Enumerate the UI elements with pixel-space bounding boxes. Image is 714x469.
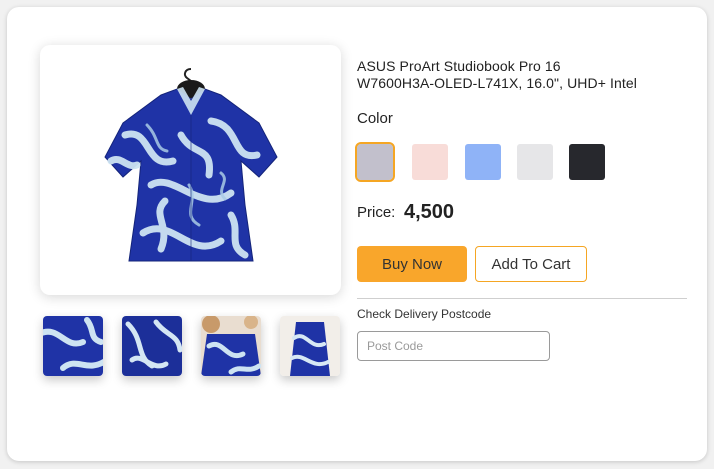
shirt-image [103, 68, 278, 262]
color-swatch-5[interactable] [569, 144, 605, 180]
divider [357, 298, 687, 299]
color-swatch-1[interactable] [355, 142, 395, 182]
product-title-line-1: ASUS ProArt Studiobook Pro 16 [357, 58, 561, 74]
main-product-image[interactable] [40, 45, 341, 295]
shirt-thumbnail-4[interactable] [280, 316, 340, 376]
price-value: 4,500 [404, 201, 455, 223]
product-title-line-2: W7600H3A-OLED-L741X, 16.0", UHD+ Intel [357, 75, 637, 91]
color-swatch-3[interactable] [465, 144, 501, 180]
shirt-thumbnail-2[interactable] [122, 316, 182, 376]
color-swatch-4[interactable] [517, 144, 553, 180]
shirt-thumbnail-1[interactable] [43, 316, 103, 376]
price-label: Price: [357, 204, 396, 221]
postcode-input[interactable] [357, 331, 550, 361]
buy-now-button[interactable]: Buy Now [357, 246, 467, 282]
delivery-postcode-label: Check Delivery Postcode [357, 307, 492, 321]
color-swatch-2[interactable] [412, 144, 448, 180]
color-label: Color [357, 110, 393, 127]
add-to-cart-button[interactable]: Add To Cart [475, 246, 587, 282]
shirt-thumbnail-3[interactable] [201, 316, 261, 376]
product-title: ASUS ProArt Studiobook Pro 16 W7600H3A-O… [357, 58, 687, 92]
